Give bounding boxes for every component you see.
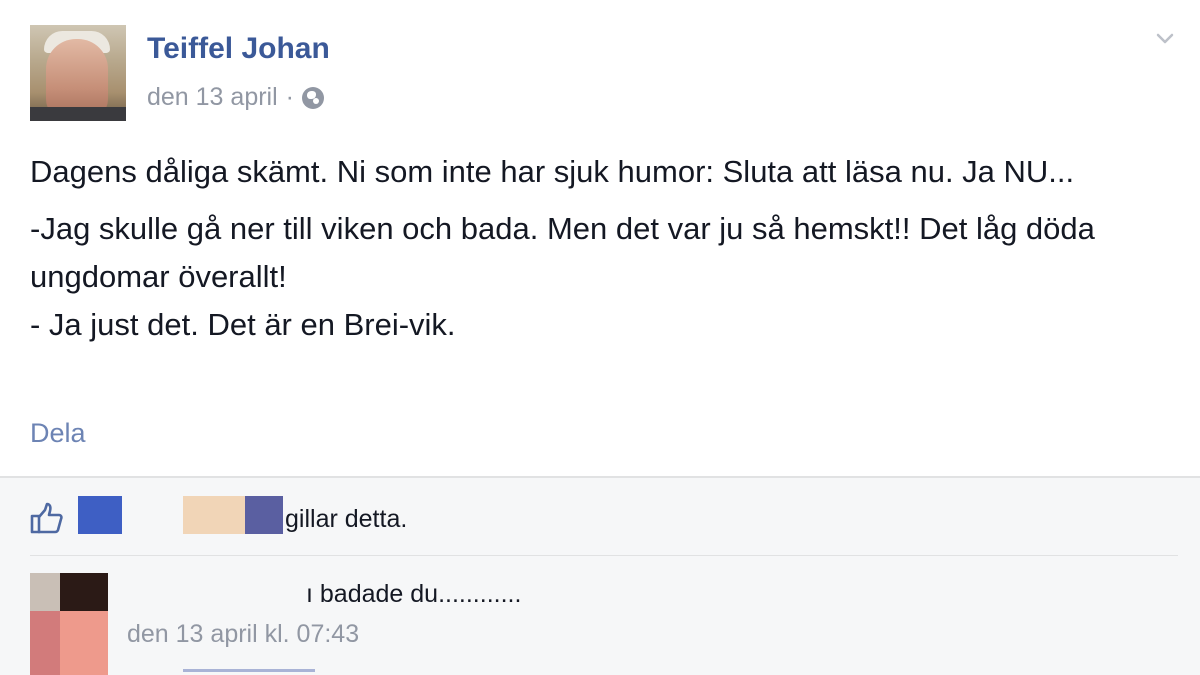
post-paragraph: -Jag skulle gå ner till viken och bada. … (30, 205, 1170, 349)
author-name[interactable]: Teiffel Johan (147, 32, 330, 66)
avatar-shirt (30, 107, 126, 121)
commenter-avatar[interactable] (30, 573, 108, 675)
comment-timestamp[interactable]: den 13 april kl. 07:43 (127, 620, 359, 649)
redacted-like-name (183, 496, 245, 534)
share-link[interactable]: Dela (30, 418, 86, 449)
avatar-pixel (30, 573, 60, 611)
meta-separator: · (285, 83, 294, 111)
likes-summary: gillar detta. (285, 505, 408, 533)
thumbs-up-icon[interactable] (30, 502, 64, 534)
avatar-pixel (60, 573, 108, 611)
redacted-like-name (78, 496, 122, 534)
redacted-like-name (245, 496, 283, 534)
comment-text: ı badade du............ (306, 580, 522, 608)
post-meta: den 13 april · (147, 83, 324, 112)
post-date[interactable]: den 13 april (147, 83, 278, 112)
avatar-pixel (60, 611, 108, 675)
author-avatar[interactable] (30, 25, 126, 121)
comments-divider (30, 555, 1178, 556)
redacted-reply-bar (183, 669, 315, 672)
post-line: - Ja just det. Det är en Brei-vik. (30, 307, 456, 342)
avatar-pixel (30, 611, 60, 675)
globe-icon[interactable] (301, 86, 324, 109)
post-body: Dagens dåliga skämt. Ni som inte har sju… (30, 148, 1170, 349)
post-paragraph: Dagens dåliga skämt. Ni som inte har sju… (30, 154, 1075, 189)
post-line: -Jag skulle gå ner till viken och bada. … (30, 211, 1095, 294)
chevron-down-icon[interactable] (1156, 30, 1174, 48)
